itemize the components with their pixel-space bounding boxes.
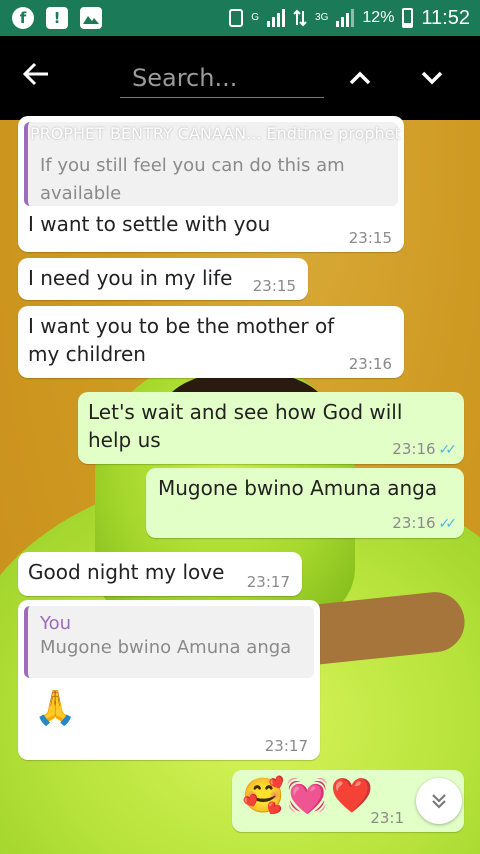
quoted-author: You — [40, 613, 72, 634]
hearts-emoji: 🥰💓❤️ — [242, 776, 376, 816]
quoted-text: Mugone bwino Amuna anga — [40, 637, 292, 658]
message-time: 23:1 — [370, 809, 404, 827]
message-incoming[interactable]: I need you in my life 23:15 — [18, 258, 308, 300]
message-outgoing[interactable]: Let's wait and see how God will help us … — [78, 392, 464, 464]
quoted-message[interactable]: You Mugone bwino Amuna anga — [24, 606, 314, 678]
message-time: 23:16 — [392, 514, 436, 532]
quoted-text: If you still feel you can do this am ava… — [40, 155, 345, 204]
message-text: I want you to be the mother of my childr… — [28, 314, 335, 366]
message-incoming[interactable]: I want you to be the mother of my childr… — [18, 306, 404, 378]
folded-hands-emoji: 🙏 — [34, 688, 77, 728]
data-transfer-icon — [293, 9, 307, 27]
scroll-to-bottom-button[interactable] — [416, 778, 462, 824]
message-text: Mugone bwino Amuna anga — [158, 476, 438, 500]
alert-icon: ! — [46, 7, 68, 29]
status-bar: f ! G 3G 12% 11:52 — [0, 0, 480, 36]
message-time: 23:17 — [246, 573, 290, 591]
network-type-label: G — [251, 11, 260, 23]
double-chevron-down-icon — [432, 794, 446, 809]
message-text: Let's wait and see how God will help us — [88, 400, 403, 452]
signal-icon — [267, 9, 286, 27]
message-time: 23:17 — [264, 737, 308, 755]
battery-icon — [402, 8, 414, 28]
signal-3g-icon — [336, 9, 355, 27]
message-text: I want to settle with you — [28, 212, 271, 236]
gallery-icon — [80, 7, 102, 29]
message-time: 23:15 — [252, 277, 296, 295]
vibrate-icon — [229, 9, 244, 27]
chevron-up-icon[interactable] — [346, 64, 374, 92]
contact-name-overlay: PROPHET BENTRY CANAAN... Endtime prophet — [30, 124, 401, 143]
search-toolbar — [0, 36, 480, 120]
message-incoming[interactable]: You Mugone bwino Amuna anga 🙏 23:17 — [18, 600, 320, 760]
facebook-icon: f — [12, 7, 34, 29]
chat-area[interactable]: PROPHET BENTRY CANAAN... Endtime prophet… — [0, 116, 480, 854]
search-input[interactable] — [120, 58, 324, 98]
message-time: 23:16 — [392, 440, 436, 458]
back-arrow-icon[interactable] — [22, 60, 50, 94]
message-time: 23:15 — [348, 229, 392, 247]
network-3g-label: 3G — [315, 11, 329, 23]
battery-percent: 12% — [362, 9, 395, 26]
message-time-wrap: 23:16 ✓✓ — [392, 440, 458, 458]
message-incoming[interactable]: Good night my love 23:17 — [18, 552, 302, 596]
read-receipt-icon: ✓✓ — [438, 516, 458, 532]
message-time: 23:16 — [348, 355, 392, 373]
message-outgoing[interactable]: Mugone bwino Amuna anga 23:16 ✓✓ — [146, 468, 464, 538]
clock: 11:52 — [421, 6, 470, 29]
read-receipt-icon: ✓✓ — [438, 442, 458, 458]
chevron-down-icon[interactable] — [418, 64, 446, 92]
message-time-wrap: 23:16 ✓✓ — [392, 514, 458, 532]
